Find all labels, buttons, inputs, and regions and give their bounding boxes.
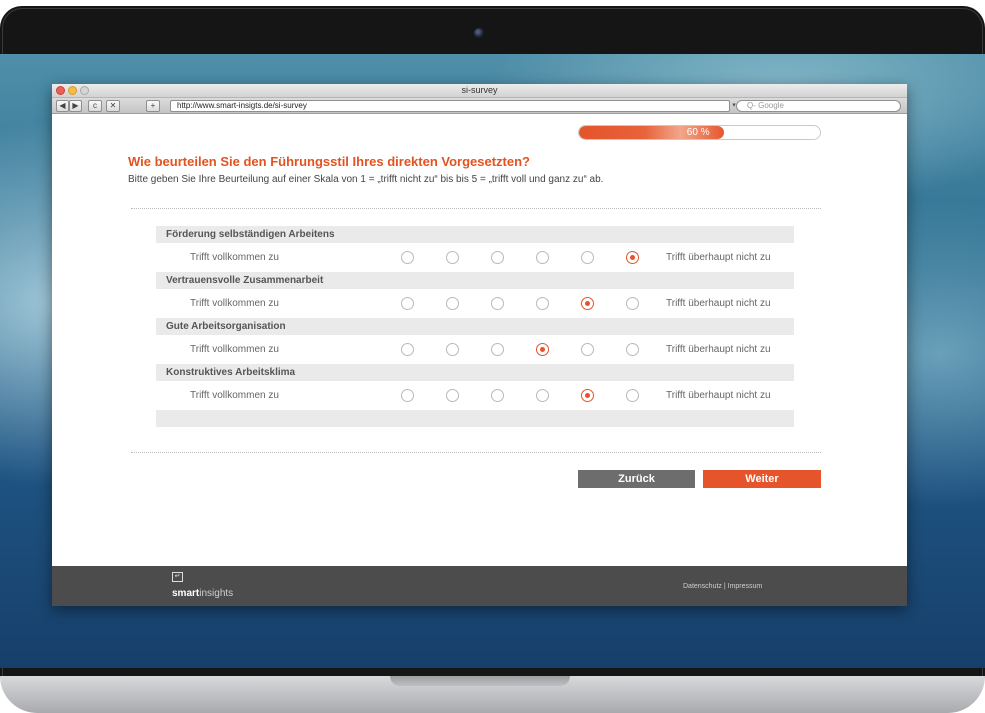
scale-label-left: Trifft vollkommen zu — [190, 390, 279, 401]
window-title: si-survey — [461, 85, 498, 95]
scale-label-right: Trifft überhaupt nicht zu — [666, 390, 771, 401]
rating-radio-5[interactable] — [581, 389, 594, 402]
rating-radio-4[interactable] — [536, 297, 549, 310]
logo-text: smartinsights — [172, 588, 233, 599]
back-icon[interactable]: ◀ — [56, 100, 69, 112]
matrix-row-label: Gute Arbeitsorganisation — [156, 318, 794, 335]
search-input[interactable]: Q- Google — [736, 100, 901, 112]
scale-label-right: Trifft überhaupt nicht zu — [666, 298, 771, 309]
rating-radio-6[interactable] — [626, 389, 639, 402]
matrix-answer-row: Trifft vollkommen zu Trifft überhaupt nic… — [156, 335, 794, 364]
laptop-notch — [390, 676, 570, 686]
matrix-answer-row: Trifft vollkommen zu Trifft überhaupt nic… — [156, 381, 794, 410]
logo-text-bold: smart — [172, 588, 200, 599]
matrix-footer — [156, 410, 794, 427]
divider — [131, 452, 821, 453]
rating-radio-5[interactable] — [581, 251, 594, 264]
matrix-row-label: Vertrauensvolle Zusammenarbeit — [156, 272, 794, 289]
scale-label-left: Trifft vollkommen zu — [190, 252, 279, 263]
rating-radio-2[interactable] — [446, 389, 459, 402]
add-tab-icon[interactable]: + — [146, 100, 160, 112]
scale-label-right: Trifft überhaupt nicht zu — [666, 344, 771, 355]
page-footer: ↵ smartinsights Datenschutz | Impressum — [52, 566, 907, 606]
rating-radio-6[interactable] — [626, 251, 639, 264]
reload-icon[interactable]: c — [88, 100, 102, 112]
rating-radio-1[interactable] — [401, 343, 414, 356]
logo-icon: ↵ — [172, 572, 183, 582]
progress-label: 60 % — [686, 127, 710, 138]
camera-icon — [474, 28, 484, 38]
rating-radio-4[interactable] — [536, 389, 549, 402]
rating-radio-1[interactable] — [401, 251, 414, 264]
divider — [131, 208, 821, 209]
browser-toolbar: ◀ ▶ c ✕ + http://www.smart-insigts.de/si… — [52, 98, 907, 114]
next-button[interactable]: Weiter — [703, 470, 821, 488]
rating-radio-5[interactable] — [581, 343, 594, 356]
rating-radio-3[interactable] — [491, 389, 504, 402]
question-instruction: Bitte geben Sie Ihre Beurteilung auf ein… — [128, 174, 604, 185]
smartinsights-logo: ↵ smartinsights — [172, 572, 233, 601]
browser-window: si-survey ◀ ▶ c ✕ + http://www.smart-ins… — [52, 84, 907, 606]
rating-radio-6[interactable] — [626, 343, 639, 356]
matrix-answer-row: Trifft vollkommen zu Trifft überhaupt nic… — [156, 289, 794, 318]
scale-label-left: Trifft vollkommen zu — [190, 298, 279, 309]
matrix-row-label: Förderung selbständigen Arbeitens — [156, 226, 794, 243]
rating-matrix: Förderung selbständigen Arbeitens Trifft … — [156, 226, 794, 427]
scale-label-right: Trifft überhaupt nicht zu — [666, 252, 771, 263]
rating-radio-2[interactable] — [446, 251, 459, 264]
survey-page: 60 % Wie beurteilen Sie den Führungsstil… — [52, 114, 907, 606]
rating-radio-3[interactable] — [491, 251, 504, 264]
bookmark-icon[interactable]: ✕ — [106, 100, 120, 112]
rating-radio-4[interactable] — [536, 251, 549, 264]
rating-radio-2[interactable] — [446, 343, 459, 356]
scale-label-left: Trifft vollkommen zu — [190, 344, 279, 355]
progress-bar: 60 % — [578, 125, 821, 140]
logo-text-light: insights — [199, 588, 234, 599]
rating-radio-6[interactable] — [626, 297, 639, 310]
rating-radio-1[interactable] — [401, 389, 414, 402]
rating-radio-2[interactable] — [446, 297, 459, 310]
matrix-answer-row: Trifft vollkommen zu Trifft überhaupt nic… — [156, 243, 794, 272]
rating-radio-3[interactable] — [491, 343, 504, 356]
rating-radio-1[interactable] — [401, 297, 414, 310]
back-button[interactable]: Zurück — [578, 470, 695, 488]
footer-links[interactable]: Datenschutz | Impressum — [683, 583, 762, 590]
forward-icon[interactable]: ▶ — [69, 100, 82, 112]
rating-radio-3[interactable] — [491, 297, 504, 310]
window-titlebar: si-survey — [52, 84, 907, 98]
question-title: Wie beurteilen Sie den Führungsstil Ihre… — [128, 154, 530, 169]
matrix-row-label: Konstruktives Arbeitsklima — [156, 364, 794, 381]
rating-radio-5[interactable] — [581, 297, 594, 310]
url-input[interactable]: http://www.smart-insigts.de/si-survey — [170, 100, 730, 112]
rating-radio-4[interactable] — [536, 343, 549, 356]
